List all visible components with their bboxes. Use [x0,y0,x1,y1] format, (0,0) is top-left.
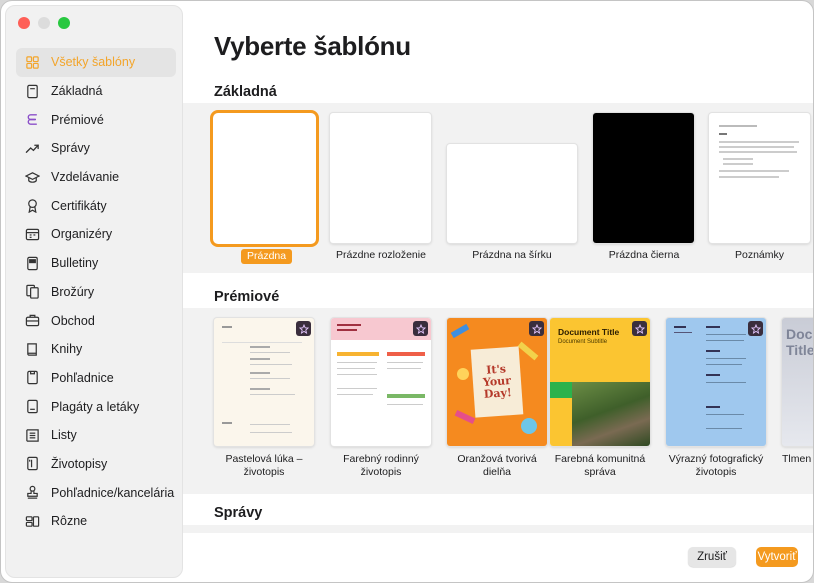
sidebar-item-posters-flyers[interactable]: Plagáty a letáky [16,392,176,421]
template-thumbnail[interactable] [330,113,431,243]
document-icon [24,83,40,99]
template-label: Tlmen [782,453,812,465]
sidebar-item-basic[interactable]: Základná [16,77,176,106]
sidebar-item-label: Brožúry [51,284,95,299]
postcard-icon [24,370,40,386]
premium-icon [413,321,428,336]
stamp-icon [24,485,40,501]
sidebar-item-certificates[interactable]: Certifikáty [16,191,176,220]
template-thumbnail[interactable] [331,318,431,446]
template-label: Oranžová tvorivá dielňa [457,453,537,478]
basic-templates-row: Prázdna Prázdne rozloženie Prázdna na ší… [183,103,813,273]
category-list: Všetky šablóny Základná Prémiové Správy … [16,48,176,536]
page-title: Vyberte šablónu [214,31,411,61]
template-label: Poznámky [734,249,785,261]
sidebar: Všetky šablóny Základná Prémiové Správy … [5,5,183,578]
template-thumbnail[interactable] [666,318,766,446]
sidebar-item-all-templates[interactable]: Všetky šablóny [16,48,176,77]
sidebar-item-label: Pohľadnice/kancelária [51,485,175,500]
sidebar-item-brochures[interactable]: Brožúry [16,278,176,307]
template-thumbnail[interactable] [447,144,577,243]
template-label: Prázdne rozloženie [336,249,426,261]
cancel-button[interactable]: Zrušiť [688,547,736,567]
section-title-basic: Základná [214,84,277,100]
sidebar-item-education[interactable]: Vzdelávanie [16,163,176,192]
sidebar-item-label: Organizéry [51,227,113,242]
briefcase-icon [24,313,40,329]
sidebar-item-label: Plagáty a letáky [51,399,140,414]
sidebar-item-label: Pohľadnice [51,370,114,385]
premium-icon [632,321,647,336]
sidebar-item-newsletters[interactable]: Bulletiny [16,249,176,278]
template-thumbnail[interactable] [709,113,810,243]
template-chooser-window: Všetky šablóny Základná Prémiové Správy … [0,0,814,583]
premium-icon [24,112,40,128]
sidebar-item-stationery[interactable]: Pohľadnice/kancelária [16,478,176,507]
template-thumbnail[interactable] [213,113,316,244]
resume-icon [24,456,40,472]
sidebar-item-label: Listy [51,428,77,443]
book-icon [24,341,40,357]
template-label: Farebná komunitná správa [554,453,646,478]
sidebar-item-reports[interactable]: Správy [16,134,176,163]
misc-icon [24,513,40,529]
zoom-window-button[interactable] [58,17,70,29]
close-window-button[interactable] [18,17,30,29]
section-title-premium: Prémiové [214,289,280,305]
premium-templates-row: Pastelová lúka – životopis Farebný rodin… [183,308,814,494]
template-label: Prázdna na šírku [472,249,552,261]
sidebar-item-label: Životopisy [51,456,108,471]
premium-icon [748,321,763,336]
template-label: Prázdna čierna [608,249,680,261]
template-label: Prázdna [241,249,293,264]
sidebar-item-label: Obchod [51,313,95,328]
brochure-icon [24,284,40,300]
sidebar-item-label: Vzdelávanie [51,170,120,185]
template-label: Pastelová lúka – životopis [225,453,303,478]
sidebar-item-label: Prémiové [51,112,104,127]
graduation-cap-icon [24,169,40,185]
template-gallery: Vyberte šablónu Základná Prázdna Prázdne… [183,1,814,582]
grid-icon [24,54,40,70]
orange-card-text: It's Your Day! [470,346,524,418]
template-thumbnail[interactable] [214,318,314,446]
window-controls [18,17,70,29]
sidebar-item-label: Rôzne [51,514,88,529]
sidebar-item-business[interactable]: Obchod [16,306,176,335]
sidebar-item-books[interactable]: Knihy [16,335,176,364]
document-subtitle-text: Document Subtitle [558,339,608,345]
sidebar-item-postcards[interactable]: Pohľadnice [16,364,176,393]
reports-templates-row [183,525,813,533]
sidebar-item-resumes[interactable]: Životopisy [16,450,176,479]
template-thumbnail[interactable]: It's Your Day! [447,318,547,446]
sidebar-item-organizers[interactable]: Organizéry [16,220,176,249]
calendar-icon [24,226,40,242]
sidebar-item-misc[interactable]: Rôzne [16,507,176,536]
partial-doc-title: Docu Title [786,326,814,358]
premium-icon [296,321,311,336]
template-thumbnail[interactable]: Docu Title [782,318,814,446]
template-label: Farebný rodinný životopis [343,453,419,478]
sidebar-item-label: Správy [51,141,90,156]
trend-chart-icon [24,140,40,156]
sidebar-item-label: Certifikáty [51,198,107,213]
sidebar-item-premium[interactable]: Prémiové [16,105,176,134]
template-thumbnail[interactable]: Document Title Document Subtitle [550,318,650,446]
sidebar-item-label: Knihy [51,342,83,357]
newsletter-icon [24,255,40,271]
poster-icon [24,399,40,415]
template-label: Výrazný fotografický životopis [668,453,764,478]
sidebar-item-label: Bulletiny [51,256,99,271]
sidebar-item-label: Základná [51,84,103,99]
template-thumbnail[interactable] [593,113,694,243]
section-title-reports: Správy [214,505,263,521]
sidebar-item-label: Všetky šablóny [51,55,136,70]
document-title-text: Document Title [558,327,620,337]
minimize-window-button[interactable] [38,17,50,29]
sidebar-item-letters[interactable]: Listy [16,421,176,450]
ribbon-icon [24,198,40,214]
create-button[interactable]: Vytvoriť [756,547,798,567]
letter-icon [24,427,40,443]
premium-icon [529,321,544,336]
